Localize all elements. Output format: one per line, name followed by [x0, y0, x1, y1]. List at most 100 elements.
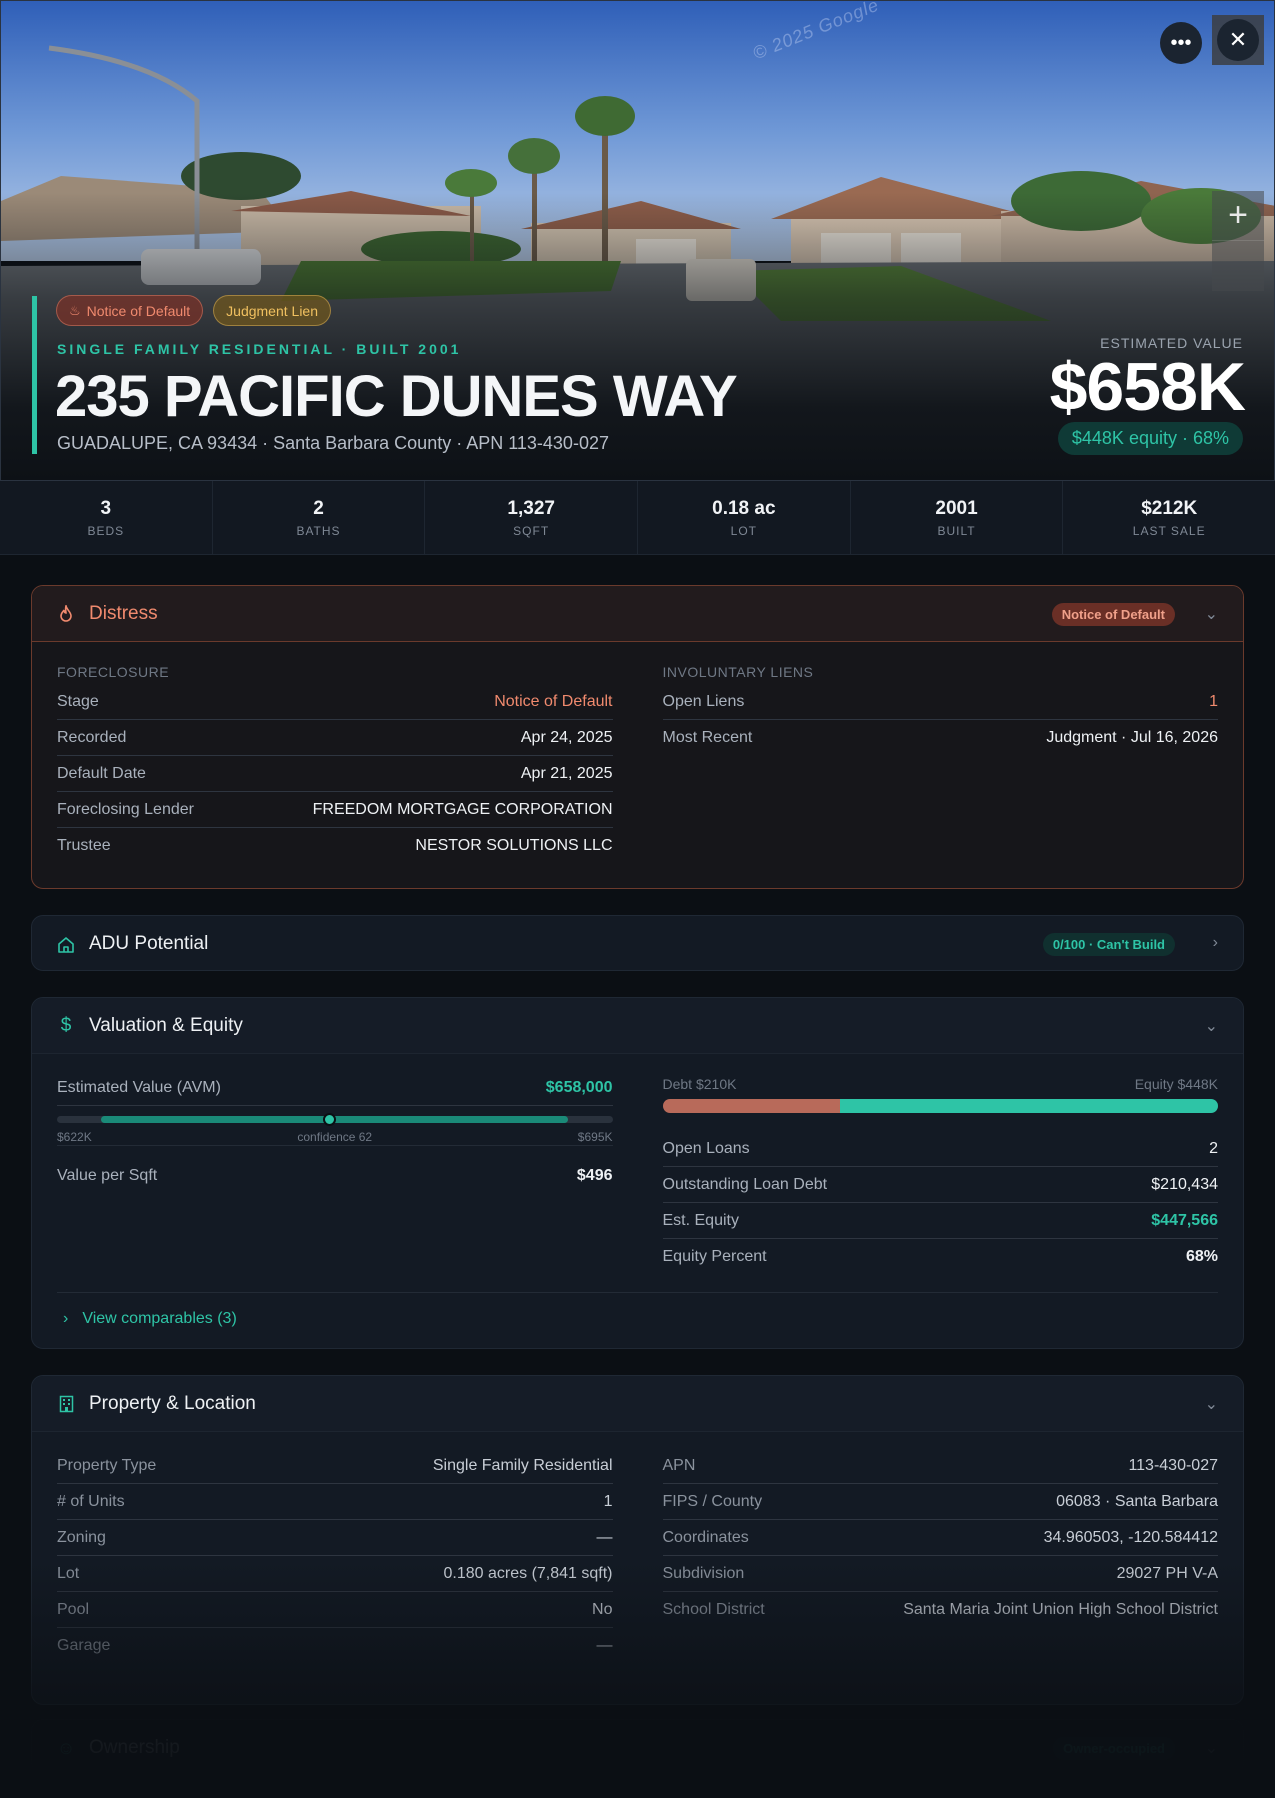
- more-horizontal-icon: •••: [1170, 31, 1192, 54]
- title-accent-bar: [32, 296, 37, 454]
- notice-of-default-badge: ♨ Notice of Default: [56, 295, 204, 326]
- close-icon: ✕: [1228, 27, 1248, 52]
- avm-marker: [323, 1113, 337, 1126]
- row-value: 2: [1209, 1139, 1218, 1157]
- adu-card-header[interactable]: ADU Potential 0/100 · Can't Build ›: [32, 916, 1243, 970]
- chevron-down-icon[interactable]: ⌄: [1205, 1016, 1218, 1036]
- section-label: INVOLUNTARY LIENS: [662, 664, 814, 680]
- card-title: Distress: [89, 602, 158, 624]
- row-key: Garage: [57, 1637, 111, 1654]
- row-value: FREEDOM MORTGAGE CORPORATION: [312, 800, 613, 818]
- row-value: Santa Maria Joint Union High School Dist…: [903, 1601, 1218, 1618]
- row-key: Property Type: [57, 1456, 157, 1474]
- stat-value: 1,327: [507, 497, 555, 519]
- detail-row: Open Liens 1: [662, 684, 1218, 720]
- avm-row: Estimated Value (AVM) $658,000: [57, 1070, 613, 1106]
- chevron-down-icon[interactable]: ⌄: [1205, 1738, 1218, 1758]
- comparables-label: View comparables (3): [82, 1310, 237, 1327]
- detail-row: Most Recent Judgment · Jul 16, 2026: [663, 720, 1219, 756]
- badge-label: Notice of Default: [86, 302, 191, 319]
- equity-section: Debt $210K Equity $448K Open Loans 2 Outs…: [662, 1054, 1218, 1275]
- distress-badges: ♨ Notice of Default Judgment Lien: [56, 295, 331, 326]
- chevron-down-icon[interactable]: ⌄: [1205, 1394, 1218, 1414]
- view-comparables-link[interactable]: › View comparables (3): [57, 1292, 1218, 1328]
- valuation-card-header[interactable]: $ Valuation & Equity ⌄: [32, 998, 1243, 1054]
- row-value: 1: [603, 1492, 613, 1510]
- row-value: 29027 PH V-A: [1116, 1564, 1218, 1582]
- property-address-title: 235 PACIFIC DUNES WAY: [55, 364, 738, 429]
- street-view-hero: © 2025 Google ••• ✕ + ♨ Notice of Defaul…: [0, 0, 1275, 480]
- card-title: Valuation & Equity: [89, 1014, 243, 1036]
- row-value: —: [596, 1528, 613, 1546]
- detail-row: Value per Sqft $496: [57, 1158, 613, 1194]
- status-badge: Notice of Default: [1051, 603, 1175, 626]
- stat-value: 2001: [935, 497, 978, 519]
- detail-row: Recorded Apr 24, 2025: [57, 720, 613, 756]
- ownership-card-header[interactable]: ☺ Ownership Owner-occupied ⌄: [32, 1720, 1243, 1774]
- close-button[interactable]: ✕: [1212, 15, 1264, 65]
- stat-lot: 0.18 ac LOT: [638, 481, 851, 554]
- property-details-right: APN 113-430-027 FIPS / County 06083 · Sant…: [662, 1448, 1219, 1664]
- user-icon: ☺: [56, 1737, 76, 1758]
- row-key: # of Units: [57, 1492, 125, 1510]
- row-key: Estimated Value (AVM): [57, 1078, 221, 1096]
- detail-row: Pool No: [57, 1592, 613, 1628]
- stat-baths: 2 BATHS: [213, 481, 426, 554]
- building-icon: [57, 1395, 75, 1413]
- row-value: 06083 · Santa Barbara: [1056, 1492, 1218, 1510]
- avm-confidence-range: $622K confidence 62 $695K: [57, 1106, 613, 1146]
- detail-row: School District Santa Maria Joint Union H…: [663, 1592, 1219, 1628]
- row-key: Outstanding Loan Debt: [662, 1175, 828, 1193]
- row-key: Value per Sqft: [57, 1167, 158, 1184]
- property-subtitle: SINGLE FAMILY RESIDENTIAL · BUILT 2001: [57, 341, 462, 357]
- distress-card: Distress Notice of Default ⌄ FORECLOSURE…: [31, 585, 1244, 889]
- row-key: Zoning: [57, 1528, 106, 1546]
- avm-section: Estimated Value (AVM) $658,000 $622K con…: [57, 1054, 613, 1275]
- chevron-right-icon[interactable]: ›: [1213, 934, 1218, 952]
- dollar-icon: $: [60, 1014, 72, 1036]
- row-key: Stage: [57, 692, 99, 710]
- row-key: Open Liens: [662, 692, 745, 710]
- flame-icon: [57, 604, 75, 623]
- detail-row: # of Units 1: [57, 1484, 613, 1520]
- detail-row: Coordinates 34.960503, -120.584412: [662, 1520, 1218, 1556]
- adu-potential-card[interactable]: ADU Potential 0/100 · Can't Build ›: [31, 915, 1244, 971]
- zoom-out-button[interactable]: [1212, 241, 1264, 291]
- debt-label: Debt $210K: [662, 1076, 737, 1092]
- adu-score-badge: 0/100 · Can't Build: [1042, 933, 1175, 956]
- detail-row: APN 113-430-027: [662, 1448, 1218, 1484]
- stat-built: 2001 BUILT: [851, 481, 1064, 554]
- flame-icon: ♨: [69, 302, 81, 318]
- row-key: School District: [662, 1601, 765, 1618]
- detail-row: Lot 0.180 acres (7,841 sqft): [57, 1556, 613, 1592]
- row-value: No: [592, 1600, 613, 1618]
- badge-label: Judgment Lien: [226, 302, 318, 319]
- stat-label: LOT: [730, 523, 758, 538]
- stat-last-sale: $212K LAST SALE: [1063, 481, 1275, 554]
- more-options-button[interactable]: •••: [1160, 22, 1202, 64]
- row-value: 34.960503, -120.584412: [1043, 1528, 1218, 1546]
- property-details-left: Property Type Single Family Residential #…: [57, 1448, 613, 1664]
- ownership-card[interactable]: ☺ Ownership Owner-occupied ⌄: [31, 1719, 1244, 1775]
- detail-row: Subdivision 29027 PH V-A: [662, 1556, 1218, 1592]
- property-location-card: Property & Location ⌄ Property Type Singl…: [31, 1375, 1244, 1705]
- zoom-in-button[interactable]: +: [1212, 191, 1264, 241]
- row-value: $447,566: [1151, 1211, 1218, 1229]
- property-card-header[interactable]: Property & Location ⌄: [32, 1376, 1243, 1432]
- row-value: 1: [1209, 692, 1218, 710]
- distress-card-header[interactable]: Distress Notice of Default ⌄: [32, 586, 1243, 642]
- detail-row: Open Loans 2: [662, 1131, 1218, 1167]
- row-key: Coordinates: [662, 1528, 749, 1546]
- card-title: ADU Potential: [89, 933, 209, 954]
- occupancy-badge: Owner-occupied: [1053, 1737, 1175, 1760]
- property-address-line: GUADALUPE, CA 93434 · Santa Barbara Coun…: [57, 433, 609, 453]
- row-value: Single Family Residential: [432, 1456, 613, 1474]
- row-value: Apr 24, 2025: [520, 728, 613, 746]
- row-key: Trustee: [57, 837, 111, 854]
- row-value: NESTOR SOLUTIONS LLC: [415, 837, 613, 854]
- stat-label: BATHS: [296, 523, 341, 538]
- chevron-down-icon[interactable]: ⌄: [1205, 604, 1218, 624]
- detail-row: FIPS / County 06083 · Santa Barbara: [662, 1484, 1218, 1520]
- home-icon: [57, 935, 75, 953]
- detail-row: Foreclosing Lender FREEDOM MORTGAGE CORPO…: [57, 792, 613, 828]
